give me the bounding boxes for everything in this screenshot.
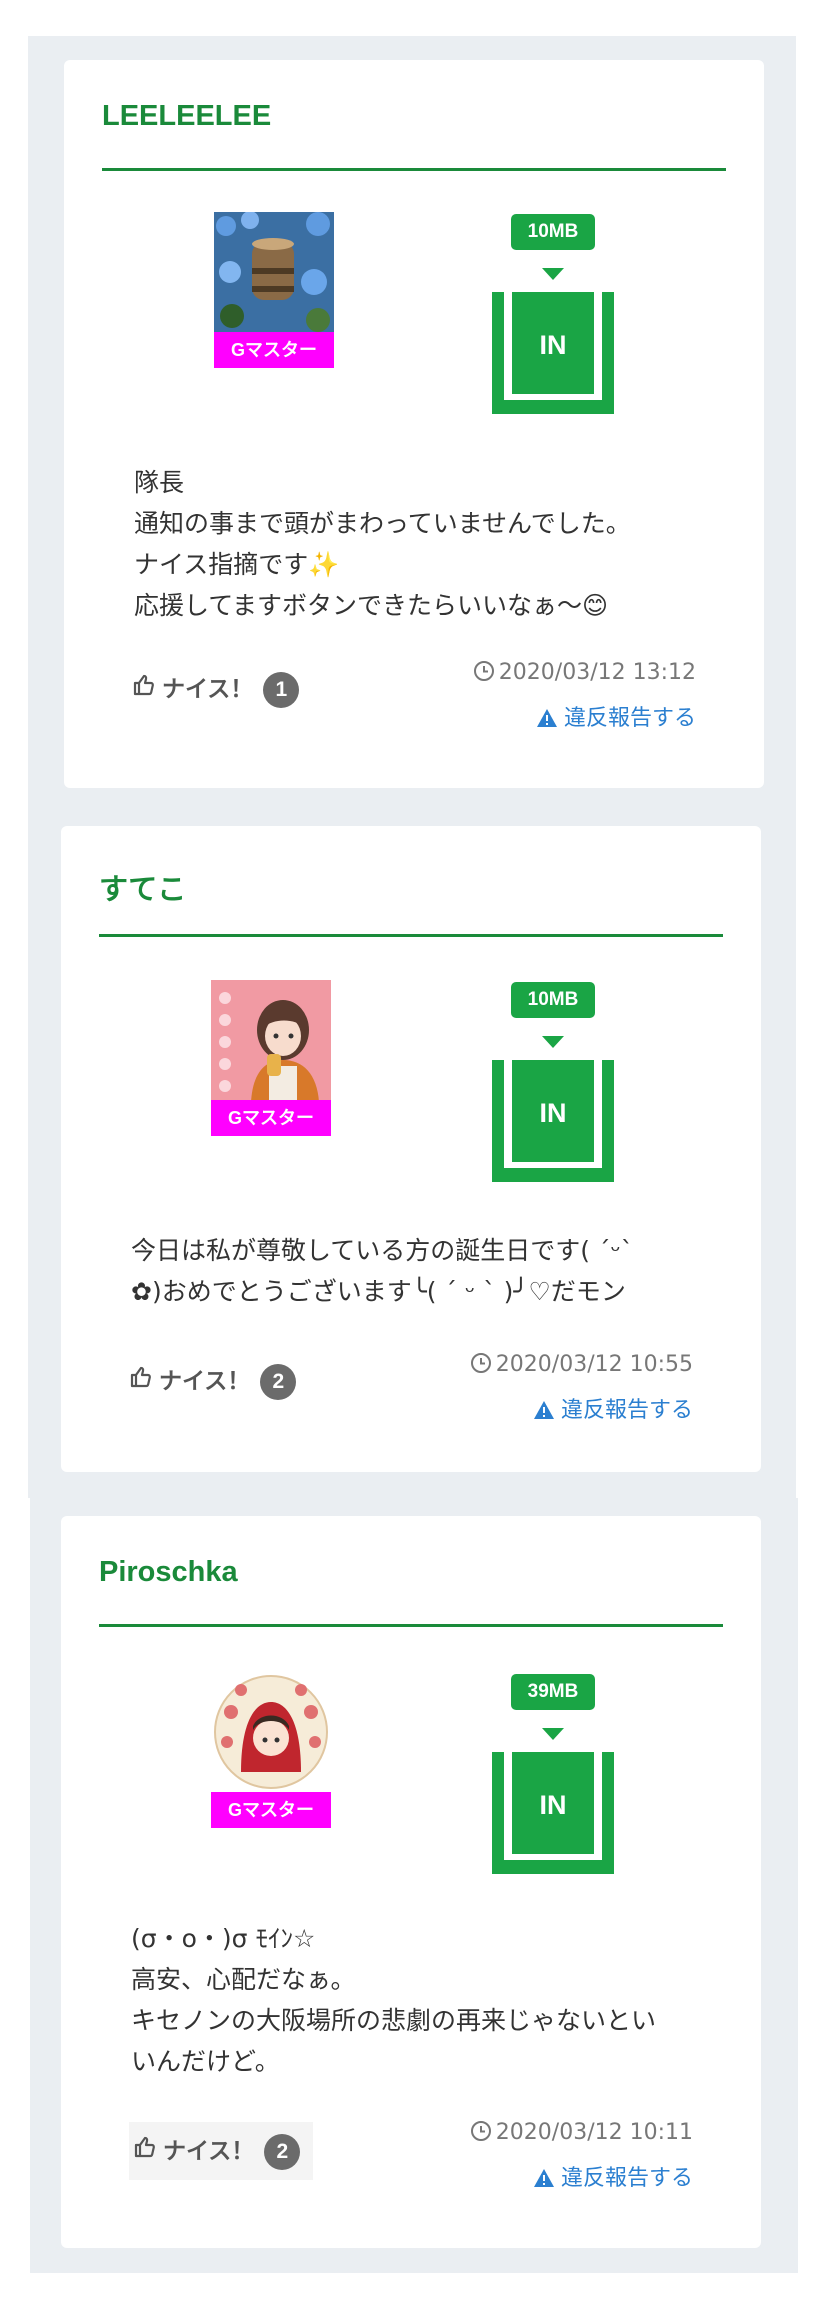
nice-label: ナイス！ <box>159 1368 251 1395</box>
user-avatar[interactable]: Gマスター <box>214 212 334 370</box>
thumbs-up-icon <box>129 1359 153 1405</box>
warning-icon <box>533 2169 554 2187</box>
avatar-image <box>211 980 331 1102</box>
thumbs-up-icon <box>133 2123 157 2181</box>
message-line: (σ・o・)σ ﾓｲﾝ☆ <box>131 1924 316 1953</box>
clock-icon <box>470 2121 491 2141</box>
post-card: すてこ Gマスター 10MB IN 今日は私が尊敬している方の誕生日です( ˊᵕ… <box>61 826 761 1472</box>
status-in-indicator: IN <box>492 1058 614 1182</box>
post-username[interactable]: Piroschka <box>99 1556 238 1589</box>
down-arrow-icon <box>542 1036 564 1048</box>
message-line: 高安、心配だなぁ。 <box>131 1965 356 1994</box>
report-link[interactable]: 違反報告する <box>533 2160 693 2192</box>
nice-count: 2 <box>260 1363 297 1400</box>
post-card: Piroschka Gマスター 39MB IN (σ・o・)σ ﾓｲﾝ☆ 高安、… <box>61 1516 761 2248</box>
data-size-badge: 10MB <box>511 982 595 1018</box>
status-label: IN <box>512 1752 594 1854</box>
post-message: (σ・o・)σ ﾓｲﾝ☆ 高安、心配だなぁ。 キセノンの大阪場所の悲劇の再来じゃ… <box>131 1918 656 2082</box>
message-line: キセノンの大阪場所の悲劇の再来じゃないとい <box>131 2006 657 2035</box>
status-label: IN <box>512 292 594 394</box>
divider <box>102 168 726 171</box>
user-rank-badge: Gマスター <box>211 1792 331 1828</box>
status-in-indicator: IN <box>492 290 614 414</box>
clock-icon <box>470 1353 491 1373</box>
status-in-indicator: IN <box>492 1750 614 1874</box>
message-line: 隊長 <box>134 468 185 497</box>
avatar-image <box>211 1672 331 1794</box>
post-message: 隊長 通知の事まで頭がまわっていませんでした。 ナイス指摘です✨ 応援してますボ… <box>134 462 631 626</box>
report-link[interactable]: 違反報告する <box>536 700 696 732</box>
user-rank-badge: Gマスター <box>214 332 334 368</box>
nice-button[interactable]: ナイス！ 1 <box>132 666 300 713</box>
message-line: 今日は私が尊敬している方の誕生日です( ˊᵕˋ <box>131 1236 634 1265</box>
data-size-badge: 39MB <box>511 1674 595 1710</box>
message-line: 通知の事まで頭がまわっていませんでした。 <box>134 509 631 538</box>
user-rank-badge: Gマスター <box>211 1100 331 1136</box>
thumbs-up-icon <box>132 667 156 713</box>
warning-icon <box>533 1401 554 1419</box>
nice-label: ナイス！ <box>162 676 254 703</box>
avatar-image <box>214 212 334 334</box>
post-username[interactable]: LEELEELEE <box>102 100 271 133</box>
post-message: 今日は私が尊敬している方の誕生日です( ˊᵕˋ ✿)おめでとうございます╰( ´… <box>131 1230 633 1312</box>
divider <box>99 934 723 937</box>
report-link[interactable]: 違反報告する <box>533 1392 693 1424</box>
warning-icon <box>536 709 557 727</box>
user-avatar[interactable]: Gマスター <box>211 980 331 1138</box>
post-username[interactable]: すてこ <box>99 866 186 908</box>
message-line: 応援してますボタンできたらいいなぁ〜😊 <box>134 591 609 620</box>
message-line: ✿)おめでとうございます╰( ´ ᵕ ` )╯♡だモン <box>131 1277 626 1306</box>
post-timestamp: 2020/03/12 10:55 <box>470 1352 693 1377</box>
nice-button[interactable]: ナイス！ 2 <box>129 1358 297 1405</box>
down-arrow-icon <box>542 268 564 280</box>
message-line: ナイス指摘です✨ <box>134 550 340 579</box>
post-timestamp: 2020/03/12 10:11 <box>470 2120 693 2145</box>
nice-count: 2 <box>264 2133 301 2170</box>
clock-icon <box>473 661 494 681</box>
post-card: LEELEELEE Gマスター 10MB IN 隊長 通知の事まで頭がまわってい… <box>64 60 764 788</box>
nice-count: 1 <box>263 671 300 708</box>
user-avatar[interactable]: Gマスター <box>211 1672 331 1830</box>
divider <box>99 1624 723 1627</box>
nice-button[interactable]: ナイス！ 2 <box>129 2122 313 2180</box>
status-label: IN <box>512 1060 594 1162</box>
post-timestamp: 2020/03/12 13:12 <box>473 660 696 685</box>
down-arrow-icon <box>542 1728 564 1740</box>
message-line: いんだけど。 <box>131 2047 280 2076</box>
data-size-badge: 10MB <box>511 214 595 250</box>
nice-label: ナイス！ <box>163 2138 255 2165</box>
